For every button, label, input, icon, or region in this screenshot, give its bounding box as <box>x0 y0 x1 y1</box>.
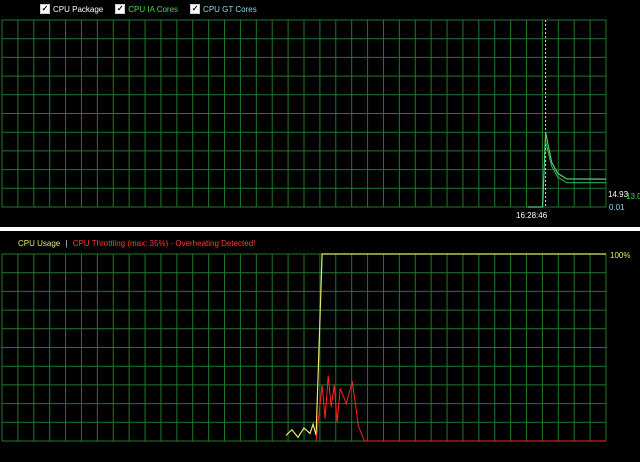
cpu-throttling-series-line <box>315 375 606 442</box>
checkmark-icon[interactable]: ✓ <box>190 4 201 14</box>
legend-cpu-package-label: CPU Package <box>53 4 104 14</box>
cursor-time-label: 16:28:46 <box>516 211 548 220</box>
usage-chart: 100% <box>1 251 630 442</box>
checkmark-icon[interactable]: ✓ <box>115 4 126 14</box>
cpu-ia-cores-series-line <box>545 141 606 184</box>
cpu-gt-cores-value-label: 0.01 <box>609 203 625 212</box>
legend-cpu-gt-cores-label: CPU GT Cores <box>203 4 257 14</box>
cpu-ia-cores-value-label: 13.0 <box>626 192 640 201</box>
power-chart: 16:28:46 14.93 13.0 0.01 <box>1 19 640 220</box>
usage-chart-grid <box>1 253 607 442</box>
legend-separator: | <box>65 239 68 248</box>
power-chart-panel: 16:28:46 14.93 13.0 0.01 ✓ CPU Package ✓… <box>0 0 640 227</box>
legend-cpu-gt-cores-toggle[interactable]: ✓ CPU GT Cores <box>190 4 257 14</box>
max-percent-label: 100% <box>610 251 630 260</box>
cpu-usage-legend-label: CPU Usage <box>18 239 61 248</box>
power-chart-legend: ✓ CPU Package ✓ CPU IA Cores ✓ CPU GT Co… <box>40 4 257 14</box>
legend-cpu-ia-cores-toggle[interactable]: ✓ CPU IA Cores <box>115 4 178 14</box>
checkmark-icon[interactable]: ✓ <box>40 4 50 14</box>
legend-cpu-ia-cores-label: CPU IA Cores <box>128 4 179 14</box>
legend-cpu-package-toggle[interactable]: ✓ CPU Package <box>40 4 103 14</box>
usage-chart-legend: CPU Usage | CPU Throttling (max: 35%) - … <box>18 239 255 248</box>
usage-chart-panel: 100% CPU Usage | CPU Throttling (max: 35… <box>0 231 640 462</box>
cpu-throttling-legend-label: CPU Throttling (max: 35%) - Overheating … <box>72 239 256 248</box>
power-chart-grid <box>1 19 607 208</box>
